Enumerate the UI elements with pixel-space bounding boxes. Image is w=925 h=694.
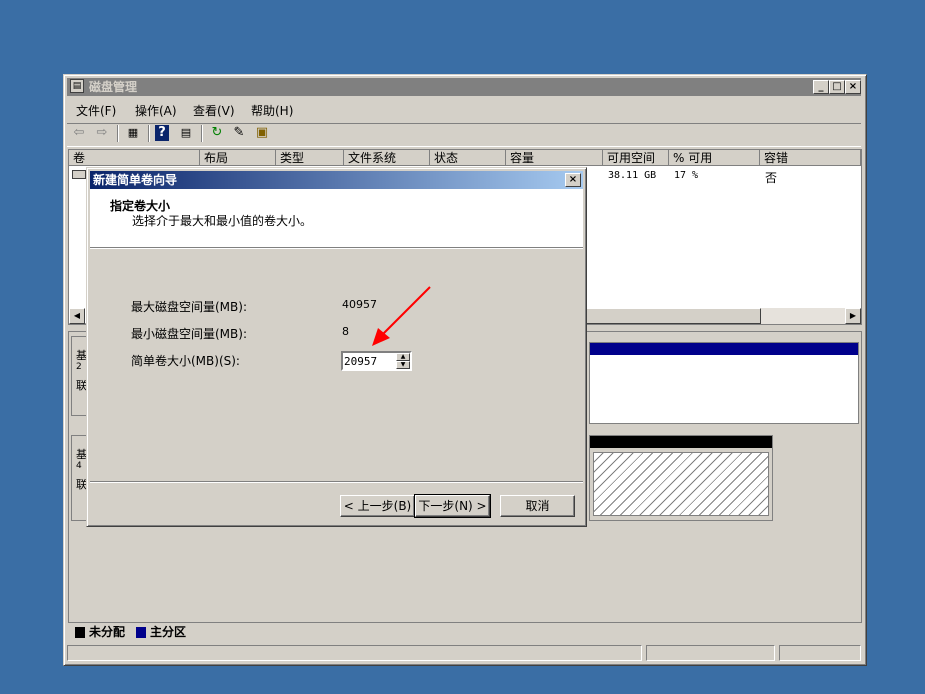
primary-swatch (136, 627, 146, 638)
primary-partition-bar (590, 343, 858, 355)
dialog-close-button[interactable]: × (565, 173, 581, 187)
col-fault-tolerance[interactable]: 容错 (760, 150, 861, 166)
dialog-title: 新建简单卷向导 (93, 173, 178, 187)
col-capacity[interactable]: 容量 (506, 150, 603, 166)
unallocated-swatch (75, 627, 85, 638)
volume-size-label: 简单卷大小(MB)(S): (131, 354, 240, 368)
back-button[interactable]: < 上一步(B) (340, 495, 415, 517)
wizard-subheading: 选择介于最大和最小值的卷大小。 (132, 214, 313, 228)
back-arrow-icon[interactable]: ⇦ (70, 124, 88, 142)
col-free-space[interactable]: 可用空间 (603, 150, 669, 166)
min-size-label: 最小磁盘空间量(MB): (131, 327, 247, 341)
dialog-titlebar[interactable]: 新建简单卷向导 × (90, 171, 583, 189)
col-type[interactable]: 类型 (276, 150, 344, 166)
toolbar-separator (117, 125, 119, 142)
legend-primary: 主分区 (150, 625, 187, 639)
col-filesystem[interactable]: 文件系统 (344, 150, 430, 166)
annotation-arrow-icon (372, 286, 431, 346)
row-fault-tolerance: 否 (765, 171, 778, 185)
close-button[interactable]: × (845, 80, 861, 94)
max-size-label: 最大磁盘空间量(MB): (131, 300, 247, 314)
legend-unallocated: 未分配 (89, 625, 126, 639)
volume-icon (72, 170, 86, 179)
spin-down-button[interactable]: ▼ (396, 361, 410, 369)
col-status[interactable]: 状态 (430, 150, 506, 166)
refresh-icon[interactable]: ↻ (208, 124, 226, 142)
toolbar-separator (201, 125, 203, 142)
show-hide-pane-icon[interactable]: ▤ (177, 124, 195, 142)
unallocated-hatch (593, 452, 769, 516)
status-pane-2 (646, 645, 775, 661)
maximize-button[interactable]: □ (829, 80, 845, 94)
toolbar-separator (148, 125, 150, 142)
row-free-space: 38.11 GB (608, 170, 657, 181)
footer-divider-highlight (90, 482, 583, 483)
menu-action[interactable]: 操作(A) (135, 102, 177, 119)
forward-arrow-icon[interactable]: ⇨ (93, 124, 111, 142)
cancel-button[interactable]: 取消 (500, 495, 575, 517)
col-percent-free[interactable]: % 可用 (669, 150, 760, 166)
window-titlebar[interactable]: ▤ 磁盘管理 _ □ × (67, 78, 861, 96)
min-size-value: 8 (342, 325, 349, 338)
status-pane-1 (67, 645, 642, 661)
unallocated-region[interactable] (589, 435, 773, 521)
disk-1-label-2: 4 (76, 461, 82, 471)
status-bar (67, 645, 861, 661)
scroll-left-button[interactable]: ◀ (69, 308, 85, 324)
new-simple-volume-wizard: 新建简单卷向导 × 指定卷大小 选择介于最大和最小值的卷大小。 最大磁盘空间量(… (86, 167, 587, 527)
menu-file[interactable]: 文件(F) (76, 102, 116, 119)
header-divider (90, 248, 583, 249)
rescan-disks-icon[interactable]: ▣ (253, 124, 271, 142)
window-title: 磁盘管理 (89, 80, 138, 94)
unallocated-bar (590, 436, 772, 448)
wizard-header: 指定卷大小 选择介于最大和最小值的卷大小。 (90, 189, 583, 248)
col-layout[interactable]: 布局 (200, 150, 276, 166)
properties-icon[interactable]: ✎ (230, 124, 248, 142)
row-percent-free: 17 % (674, 170, 699, 181)
legend: 未分配 主分区 (74, 623, 854, 641)
scroll-right-button[interactable]: ▶ (845, 308, 861, 324)
toolbar: ⇦ ⇨ ▦ ? ▤ ↻ ✎ ▣ (67, 123, 861, 147)
disk-0-partition[interactable] (589, 342, 859, 424)
help-icon[interactable]: ? (155, 125, 169, 141)
disk-management-icon: ▤ (70, 79, 84, 93)
menu-view[interactable]: 查看(V) (193, 102, 235, 119)
console-tree-icon[interactable]: ▦ (124, 124, 142, 142)
next-button[interactable]: 下一步(N) > (414, 494, 491, 518)
status-pane-3 (779, 645, 861, 661)
menu-bar: 文件(F) 操作(A) 查看(V) 帮助(H) (76, 102, 856, 120)
col-volume[interactable]: 卷 (69, 150, 200, 166)
menu-help[interactable]: 帮助(H) (251, 102, 293, 119)
disk-0-label-2: 2 (76, 362, 82, 372)
minimize-button[interactable]: _ (813, 80, 829, 94)
